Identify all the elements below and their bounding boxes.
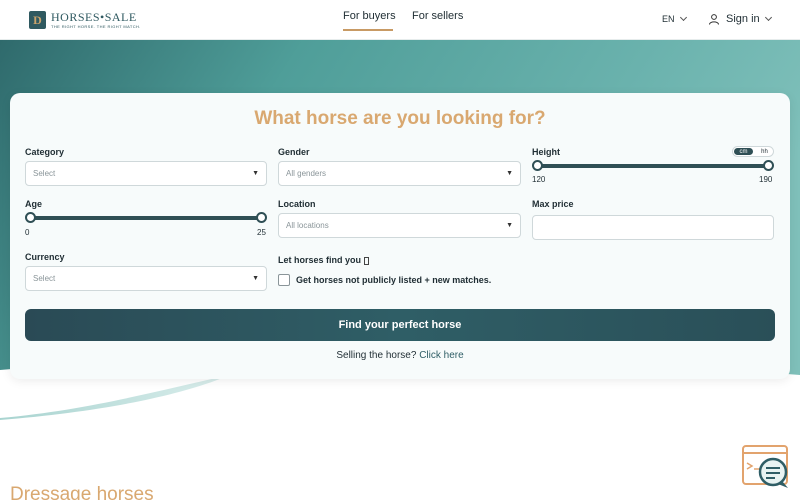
nav-active-underline bbox=[343, 29, 393, 31]
section-title: Dressage horses bbox=[10, 484, 154, 500]
age-min-handle[interactable] bbox=[25, 212, 36, 223]
language-label: EN bbox=[662, 14, 675, 24]
sign-in-label: Sign in bbox=[726, 13, 760, 25]
sign-in-button[interactable]: Sign in bbox=[708, 13, 772, 25]
category-select-value: Select bbox=[33, 169, 56, 178]
dropdown-arrow-icon: ▼ bbox=[252, 275, 259, 282]
logo-mark-icon: D bbox=[29, 11, 46, 29]
gender-label: Gender bbox=[278, 147, 310, 157]
unit-hh-option[interactable]: hh bbox=[756, 148, 773, 155]
currency-label: Currency bbox=[25, 252, 65, 262]
top-header: D HORSES•SALE THE RIGHT HORSE. THE RIGHT… bbox=[0, 0, 800, 40]
chat-support-icon bbox=[742, 445, 788, 488]
search-title: What horse are you looking for? bbox=[254, 108, 546, 129]
user-icon bbox=[709, 14, 719, 25]
currency-select-value: Select bbox=[33, 274, 56, 283]
height-max-handle[interactable] bbox=[763, 160, 774, 171]
height-label: Height bbox=[532, 147, 560, 157]
find-horse-button[interactable]: Find your perfect horse bbox=[25, 309, 775, 341]
age-slider-track[interactable] bbox=[30, 216, 263, 220]
info-icon[interactable] bbox=[364, 256, 370, 265]
age-min-value: 0 bbox=[25, 228, 30, 237]
chevron-down-icon bbox=[764, 13, 772, 22]
age-label: Age bbox=[25, 199, 43, 209]
hidden-horses-checkbox-label[interactable]: Get horses not publicly listed + new mat… bbox=[296, 275, 491, 285]
let-horses-find-you-label: Let horses find you bbox=[278, 255, 370, 265]
nav-for-sellers[interactable]: For sellers bbox=[412, 10, 463, 22]
chevron-down-icon bbox=[679, 13, 687, 22]
category-select[interactable]: Select ▼ bbox=[25, 161, 267, 186]
height-slider-track[interactable] bbox=[537, 164, 770, 168]
height-min-value: 120 bbox=[532, 175, 546, 184]
gender-select[interactable]: All genders ▼ bbox=[278, 161, 521, 186]
location-label: Location bbox=[278, 199, 316, 209]
site-logo[interactable]: D HORSES•SALE THE RIGHT HORSE. THE RIGHT… bbox=[29, 10, 141, 30]
height-unit-toggle[interactable]: cm hh bbox=[732, 146, 774, 157]
max-price-label: Max price bbox=[532, 199, 574, 209]
currency-select[interactable]: Select ▼ bbox=[25, 266, 267, 291]
logo-wordmark: HORSES•SALE bbox=[51, 10, 137, 24]
language-selector[interactable]: EN bbox=[662, 13, 687, 24]
age-max-handle[interactable] bbox=[256, 212, 267, 223]
height-min-handle[interactable] bbox=[532, 160, 543, 171]
dropdown-arrow-icon: ▼ bbox=[252, 170, 259, 177]
dropdown-arrow-icon: ▼ bbox=[506, 222, 513, 229]
age-max-value: 25 bbox=[257, 228, 266, 237]
category-label: Category bbox=[25, 147, 65, 157]
nav-for-buyers[interactable]: For buyers bbox=[343, 10, 396, 22]
selling-text: Selling the horse? bbox=[336, 350, 417, 361]
max-price-input[interactable] bbox=[532, 215, 774, 240]
selling-click-here-link[interactable]: Click here bbox=[419, 350, 463, 361]
hidden-horses-checkbox[interactable] bbox=[278, 274, 290, 286]
location-select-value: All locations bbox=[286, 221, 329, 230]
horse-search-card: What horse are you looking for? Category… bbox=[10, 93, 790, 379]
dropdown-arrow-icon: ▼ bbox=[506, 170, 513, 177]
logo-tagline: THE RIGHT HORSE. THE RIGHT MATCH. bbox=[51, 24, 141, 29]
height-max-value: 190 bbox=[759, 175, 773, 184]
location-select[interactable]: All locations ▼ bbox=[278, 213, 521, 238]
chat-widget-button[interactable] bbox=[742, 445, 790, 490]
unit-cm-option[interactable]: cm bbox=[734, 148, 753, 155]
selling-prompt: Selling the horse? Click here bbox=[10, 350, 790, 361]
gender-select-value: All genders bbox=[286, 169, 327, 178]
